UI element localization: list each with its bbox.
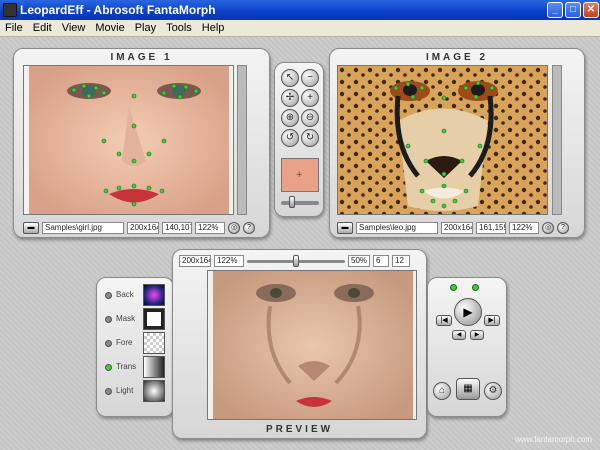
- image2-canvas[interactable]: [337, 65, 548, 215]
- preview-slider[interactable]: [247, 255, 345, 267]
- tools-slider-handle[interactable]: [289, 196, 295, 208]
- zoom-in-icon[interactable]: ⊕: [281, 109, 299, 127]
- leopard-face-image: [338, 66, 547, 214]
- window-title: LeopardEff - Abrosoft FantaMorph: [20, 3, 216, 17]
- layer-trans-led[interactable]: [105, 364, 112, 371]
- image1-fit-icon[interactable]: ◎: [228, 222, 240, 234]
- menu-view[interactable]: View: [57, 20, 91, 36]
- image1-panel: IMAGE 1 ▬ Samples\girl.jpg 200x164 140,1…: [13, 48, 270, 238]
- morph-preview-image: [208, 271, 416, 419]
- menu-play[interactable]: Play: [130, 20, 161, 36]
- layer-fore-label: Fore: [116, 338, 133, 347]
- preview-canvas[interactable]: [207, 270, 417, 420]
- layer-fore[interactable]: Fore: [105, 332, 167, 356]
- image1-scrollbar[interactable]: [237, 65, 247, 215]
- image1-coords: 140,107: [162, 222, 192, 234]
- layer-light-led[interactable]: [105, 388, 112, 395]
- layer-trans-label: Trans: [116, 362, 137, 371]
- title-bar: LeopardEff - Abrosoft FantaMorph _ □ ✕: [0, 0, 600, 20]
- layer-trans-thumbnail[interactable]: [143, 356, 165, 378]
- layer-back-thumbnail[interactable]: [143, 284, 165, 306]
- image2-label: IMAGE 2: [425, 52, 489, 63]
- image2-fit-icon[interactable]: ◎: [542, 222, 554, 234]
- preview-panel: 200x164 122% 50% 6 12 PREVIEW: [172, 249, 427, 439]
- menu-tools[interactable]: Tools: [161, 20, 197, 36]
- settings-gear-icon[interactable]: ⚙: [484, 382, 502, 400]
- last-frame-icon[interactable]: ▶|: [484, 315, 500, 326]
- maximize-button[interactable]: □: [565, 2, 581, 18]
- minimize-button[interactable]: _: [547, 2, 563, 18]
- add-point-icon[interactable]: +: [301, 89, 319, 107]
- image1-info-icon[interactable]: ?: [243, 222, 255, 234]
- preview-slider-handle[interactable]: [293, 255, 299, 267]
- image2-size: 200x164: [441, 222, 473, 234]
- preview-total-frames[interactable]: 12: [392, 255, 410, 267]
- preview-label: PREVIEW: [265, 424, 334, 435]
- watermark-url: www.fantamorph.com: [515, 435, 592, 444]
- app-icon: [3, 3, 17, 17]
- layer-light[interactable]: Light: [105, 380, 167, 404]
- close-button[interactable]: ✕: [583, 2, 599, 18]
- preview-zoom[interactable]: 122%: [214, 255, 244, 267]
- image1-zoom[interactable]: 122%: [195, 222, 225, 234]
- layer-mask[interactable]: Mask: [105, 308, 167, 332]
- image2-panel: IMAGE 2 ▬ Samples\leo.jpg 200x164 161,15…: [329, 48, 585, 238]
- tools-panel: ↖ − ✢ + ⊕ ⊖ ↺ ↻ +: [274, 62, 324, 217]
- first-frame-icon[interactable]: |◀: [436, 315, 452, 326]
- menu-movie[interactable]: Movie: [90, 20, 129, 36]
- image2-coords: 161,159: [476, 222, 506, 234]
- play-button[interactable]: ▶: [454, 298, 482, 326]
- crosshair-icon: +: [296, 169, 303, 181]
- menu-help[interactable]: Help: [197, 20, 230, 36]
- image2-open-button[interactable]: ▬: [337, 222, 353, 234]
- movie-film-icon[interactable]: ▦: [456, 378, 480, 400]
- image2-filename: Samples\leo.jpg: [356, 222, 438, 234]
- menu-bar: File Edit View Movie Play Tools Help: [0, 20, 600, 37]
- layers-panel: Back Mask Fore Trans Light: [96, 277, 174, 417]
- menu-edit[interactable]: Edit: [28, 20, 57, 36]
- pointer-tool-icon[interactable]: ↖: [281, 69, 299, 87]
- workspace: IMAGE 1 ▬ Samples\girl.jpg 200x164 140,1…: [0, 37, 600, 450]
- remove-point-icon[interactable]: −: [301, 69, 319, 87]
- preview-frame[interactable]: 6: [373, 255, 389, 267]
- layer-back-label: Back: [116, 290, 134, 299]
- zoom-out-icon[interactable]: ⊖: [301, 109, 319, 127]
- image1-filename: Samples\girl.jpg: [42, 222, 124, 234]
- move-tool-icon[interactable]: ✢: [281, 89, 299, 107]
- image1-size: 200x164: [127, 222, 159, 234]
- playback-panel: ▶ |◀ ▶| ◀ ▶ ⌂ ▦ ⚙: [427, 277, 507, 417]
- image2-statusbar: ▬ Samples\leo.jpg 200x164 161,159 122% ◎…: [337, 221, 579, 235]
- image1-statusbar: ▬ Samples\girl.jpg 200x164 140,107 122% …: [23, 221, 263, 235]
- rotate-left-icon[interactable]: ↺: [281, 129, 299, 147]
- layer-mask-label: Mask: [116, 314, 136, 323]
- tools-slider-track[interactable]: [281, 201, 319, 205]
- image2-zoom[interactable]: 122%: [509, 222, 539, 234]
- layer-trans[interactable]: Trans: [105, 356, 167, 380]
- image2-info-icon[interactable]: ?: [557, 222, 569, 234]
- menu-file[interactable]: File: [0, 20, 28, 36]
- preview-percent: 50%: [348, 255, 370, 267]
- preview-toolbar: 200x164 122% 50% 6 12: [179, 254, 424, 268]
- color-preview-swatch[interactable]: +: [281, 158, 319, 192]
- bounce-led-icon[interactable]: [472, 284, 479, 291]
- next-frame-icon[interactable]: ▶: [470, 330, 484, 340]
- loop-led-icon[interactable]: [450, 284, 457, 291]
- layer-light-thumbnail[interactable]: [143, 380, 165, 402]
- image1-label: IMAGE 1: [110, 52, 173, 63]
- layer-fore-led[interactable]: [105, 340, 112, 347]
- layer-back-led[interactable]: [105, 292, 112, 299]
- girl-face-image: [24, 66, 233, 214]
- layer-light-label: Light: [116, 386, 134, 395]
- image1-open-button[interactable]: ▬: [23, 222, 39, 234]
- layer-back[interactable]: Back: [105, 284, 167, 308]
- layer-mask-led[interactable]: [105, 316, 112, 323]
- layer-mask-thumbnail[interactable]: [143, 308, 165, 330]
- prev-frame-icon[interactable]: ◀: [452, 330, 466, 340]
- export-camera-icon[interactable]: ⌂: [433, 382, 451, 400]
- image1-canvas[interactable]: [23, 65, 234, 215]
- rotate-right-icon[interactable]: ↻: [301, 129, 319, 147]
- preview-size: 200x164: [179, 255, 211, 267]
- image2-scrollbar[interactable]: [552, 65, 562, 215]
- layer-fore-thumbnail[interactable]: [143, 332, 165, 354]
